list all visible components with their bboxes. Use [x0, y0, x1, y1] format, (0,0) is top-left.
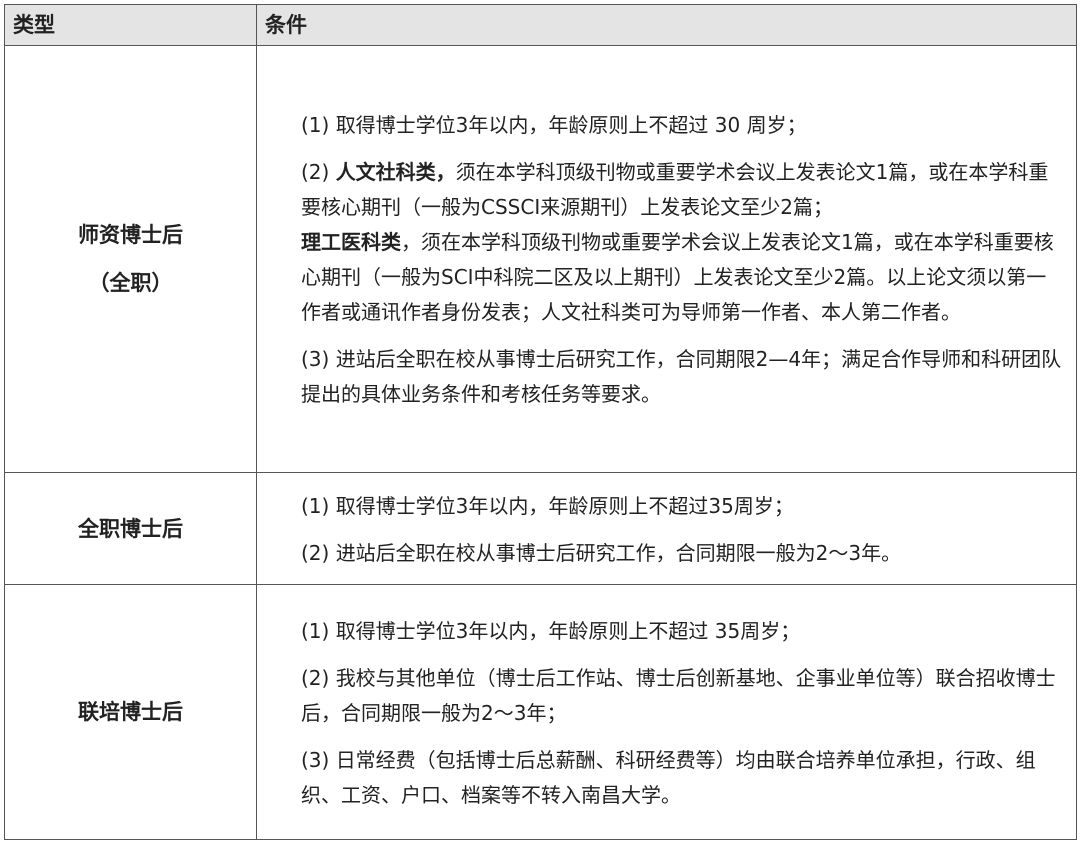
condition-cell: (1) 取得博士学位3年以内，年龄原则上不超过 30 周岁； (2) 人文社科类… — [256, 45, 1077, 473]
header-row: 类型 条件 — [4, 4, 1077, 46]
type-sublabel: （全职） — [88, 271, 173, 295]
category-label-humanities: 人文社科类， — [335, 160, 456, 184]
category-label-science: 理工医科类 — [301, 230, 401, 254]
requirements-table: 类型 条件 师资博士后 （全职） (1) 取得博士学位3年以内，年龄原则上不超过… — [4, 4, 1077, 840]
type-label: 联培博士后 — [78, 700, 183, 724]
table-header: 类型 条件 — [4, 4, 1077, 46]
condition-cell: (1) 取得博士学位3年以内，年龄原则上不超过 35周岁； (2) 我校与其他单… — [256, 584, 1077, 840]
condition-item: (2) 我校与其他单位（博士后工作站、博士后创新基地、企事业单位等）联合招收博士… — [301, 665, 1056, 725]
condition-text: ，须在本学科顶级刊物或重要学术会议上发表论文1篇，或在本学科重要核心期刊（一般为… — [301, 230, 1054, 324]
type-cell-joint-postdoc: 联培博士后 — [4, 584, 257, 840]
header-type: 类型 — [4, 4, 257, 46]
condition-item: (1) 取得博士学位3年以内，年龄原则上不超过 30 周岁； — [301, 113, 807, 137]
header-condition: 条件 — [256, 4, 1077, 46]
type-label: 师资博士后 — [78, 223, 183, 247]
table-row: 师资博士后 （全职） (1) 取得博士学位3年以内，年龄原则上不超过 30 周岁… — [4, 45, 1077, 473]
condition-item: (1) 取得博士学位3年以内，年龄原则上不超过35周岁； — [301, 493, 794, 518]
type-cell-faculty-postdoc: 师资博士后 （全职） — [4, 45, 257, 473]
table-row: 联培博士后 (1) 取得博士学位3年以内，年龄原则上不超过 35周岁； (2) … — [4, 584, 1077, 840]
item-number: (2) — [301, 160, 336, 184]
type-cell-fulltime-postdoc: 全职博士后 — [4, 472, 257, 585]
condition-item: (3) 进站后全职在校从事博士后研究工作，合同期限2—4年；满足合作导师和科研团… — [301, 347, 1062, 406]
condition-item: (2) 人文社科类，须在本学科顶级刊物或重要学术会议上发表论文1篇，或在本学科重… — [301, 155, 1066, 330]
condition-item: (1) 取得博士学位3年以内，年龄原则上不超过 35周岁； — [301, 618, 801, 643]
table-row: 全职博士后 (1) 取得博士学位3年以内，年龄原则上不超过35周岁； (2) 进… — [4, 472, 1077, 585]
condition-item: (2) 进站后全职在校从事博士后研究工作，合同期限一般为2～3年。 — [301, 540, 902, 565]
condition-cell: (1) 取得博士学位3年以内，年龄原则上不超过35周岁； (2) 进站后全职在校… — [256, 472, 1077, 585]
type-label: 全职博士后 — [78, 516, 183, 541]
condition-item: (3) 日常经费（包括博士后总薪酬、科研经费等）均由联合培养单位承担，行政、组织… — [301, 747, 1036, 807]
